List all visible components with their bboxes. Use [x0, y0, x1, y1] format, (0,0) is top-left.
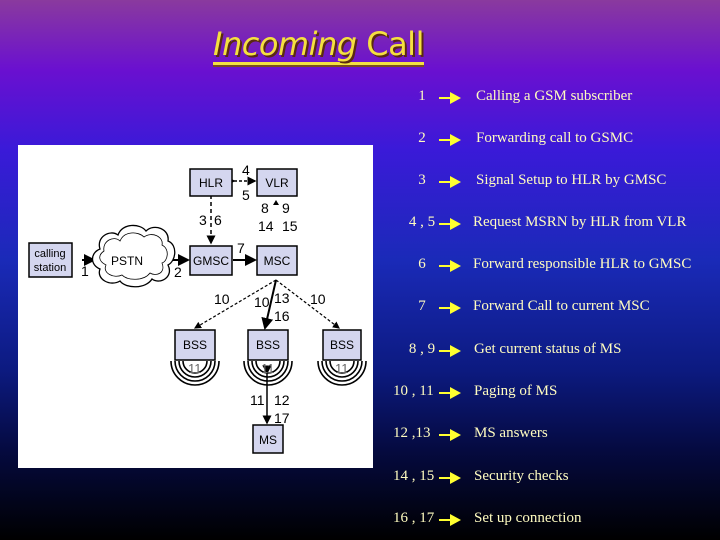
arrow-right-icon — [439, 387, 461, 399]
arrow-right-icon — [439, 134, 461, 146]
arrow-right-icon — [439, 429, 461, 441]
legend-row: 6 Forward responsible HLR to GMSC — [0, 256, 720, 280]
legend-row: 2 Forwarding call to GSMC — [0, 130, 720, 154]
arrow-right-icon — [439, 92, 461, 104]
step-description: Forwarding call to GSMC — [476, 130, 634, 146]
step-description: Set up connection — [474, 510, 582, 526]
arrow-right-icon — [439, 345, 461, 357]
step-description: Get current status of MS — [474, 341, 622, 357]
label-7: 7 — [237, 240, 245, 256]
arrow-right-icon — [439, 302, 461, 314]
step-description: Paging of MS — [474, 383, 558, 399]
legend-row: 10 , 11 Paging of MS — [0, 383, 720, 407]
legend-row: 3 Signal Setup to HLR by GMSC — [0, 172, 720, 196]
step-description: Calling a GSM subscriber — [476, 88, 633, 104]
vlr-arrowhead — [273, 200, 279, 205]
arrow-right-icon — [439, 514, 461, 526]
step-description: MS answers — [474, 425, 548, 441]
title-word-call: Call — [366, 25, 424, 63]
arrow-right-icon — [439, 260, 461, 272]
label-17: 17 — [274, 410, 290, 426]
step-description: Forward responsible HLR to GMSC — [473, 256, 692, 272]
slide-title: Incoming Call — [213, 26, 424, 65]
arrow-right-icon — [439, 472, 461, 484]
legend-row: 7 Forward Call to current MSC — [0, 298, 720, 322]
legend-row: 16 , 17 Set up connection — [0, 510, 720, 534]
legend-row: 8 , 9 Get current status of MS — [0, 341, 720, 365]
legend-row: 14 , 15 Security checks — [0, 468, 720, 492]
step-description: Forward Call to current MSC — [473, 298, 650, 314]
step-description: Request MSRN by HLR from VLR — [473, 214, 687, 230]
legend-row: 12 ,13 MS answers — [0, 425, 720, 449]
legend-row: 4 , 5 Request MSRN by HLR from VLR — [0, 214, 720, 238]
arrow-right-icon — [439, 176, 461, 188]
title-word-incoming: Incoming — [213, 25, 357, 63]
step-description: Signal Setup to HLR by GMSC — [476, 172, 667, 188]
step-description: Security checks — [474, 468, 569, 484]
legend-row: 1 Calling a GSM subscriber — [0, 88, 720, 112]
arrow-right-icon — [439, 218, 461, 230]
